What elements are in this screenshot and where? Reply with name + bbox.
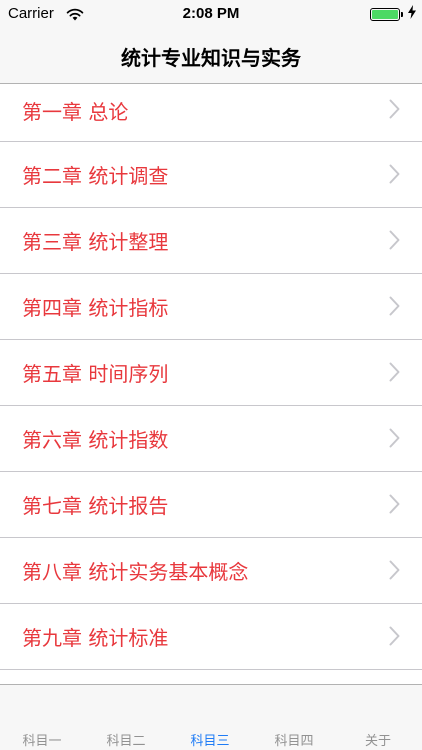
chapter-row-8[interactable]: 第八章 统计实务基本概念 [0, 538, 422, 604]
chapter-label: 第七章 统计报告 [22, 494, 169, 518]
page-title: 统计专业知识与实务 [121, 46, 301, 70]
status-bar: Carrier 2:08 PM [0, 0, 422, 28]
chapter-label: 第二章 统计调查 [22, 164, 169, 188]
chevron-right-icon [389, 626, 400, 646]
chevron-right-icon [389, 494, 400, 514]
chevron-right-icon [389, 362, 400, 382]
chapter-label: 第四章 统计指标 [22, 296, 169, 320]
chapter-label: 第九章 统计标准 [22, 626, 169, 650]
chevron-right-icon [389, 164, 400, 184]
tab-label: 关于 [364, 734, 391, 749]
chevron-right-icon [389, 296, 400, 316]
charging-icon [408, 5, 416, 23]
battery-tip [401, 12, 403, 17]
tab-label: 科目二 [106, 734, 146, 749]
clock-time: 2:08 PM [182, 5, 240, 22]
chapter-row-7[interactable]: 第七章 统计报告 [0, 472, 422, 538]
chapter-label: 第六章 统计指数 [22, 428, 169, 452]
battery-icon [370, 8, 400, 21]
chapter-label: 第三章 统计整理 [22, 230, 169, 254]
navigation-bar: 统计专业知识与实务 [0, 28, 422, 84]
list-tail-space [0, 670, 422, 684]
chevron-right-icon [389, 99, 400, 119]
app-screen: Carrier 2:08 PM 统计专业知识与实务 第一章 总论 第二章 统计调… [0, 0, 422, 750]
tab-bar: 科目一 科目二 科目三 科目四 关于 [0, 684, 422, 750]
tab-about[interactable]: 关于 [336, 685, 420, 750]
tab-label: 科目一 [22, 734, 62, 749]
chevron-right-icon [389, 230, 400, 250]
chapter-row-9[interactable]: 第九章 统计标准 [0, 604, 422, 670]
chapter-row-5[interactable]: 第五章 时间序列 [0, 340, 422, 406]
chapter-row-4[interactable]: 第四章 统计指标 [0, 274, 422, 340]
chapter-row-6[interactable]: 第六章 统计指数 [0, 406, 422, 472]
chapter-list: 第一章 总论 第二章 统计调查 第三章 统计整理 第四章 统计指标 第五章 时间… [0, 84, 422, 684]
tab-subject-2[interactable]: 科目二 [84, 685, 168, 750]
chapter-label: 第五章 时间序列 [22, 362, 169, 386]
tab-label: 科目三 [190, 734, 230, 749]
tab-label: 科目四 [274, 734, 314, 749]
chapter-label: 第一章 总论 [22, 100, 129, 124]
chapter-row-3[interactable]: 第三章 统计整理 [0, 208, 422, 274]
tab-subject-1[interactable]: 科目一 [0, 685, 84, 750]
chapter-row-1[interactable]: 第一章 总论 [0, 84, 422, 142]
chapter-label: 第八章 统计实务基本概念 [22, 560, 249, 584]
chevron-right-icon [389, 428, 400, 448]
tab-subject-4[interactable]: 科目四 [252, 685, 336, 750]
tab-subject-3[interactable]: 科目三 [168, 685, 252, 750]
chapter-row-2[interactable]: 第二章 统计调查 [0, 142, 422, 208]
chevron-right-icon [389, 560, 400, 580]
